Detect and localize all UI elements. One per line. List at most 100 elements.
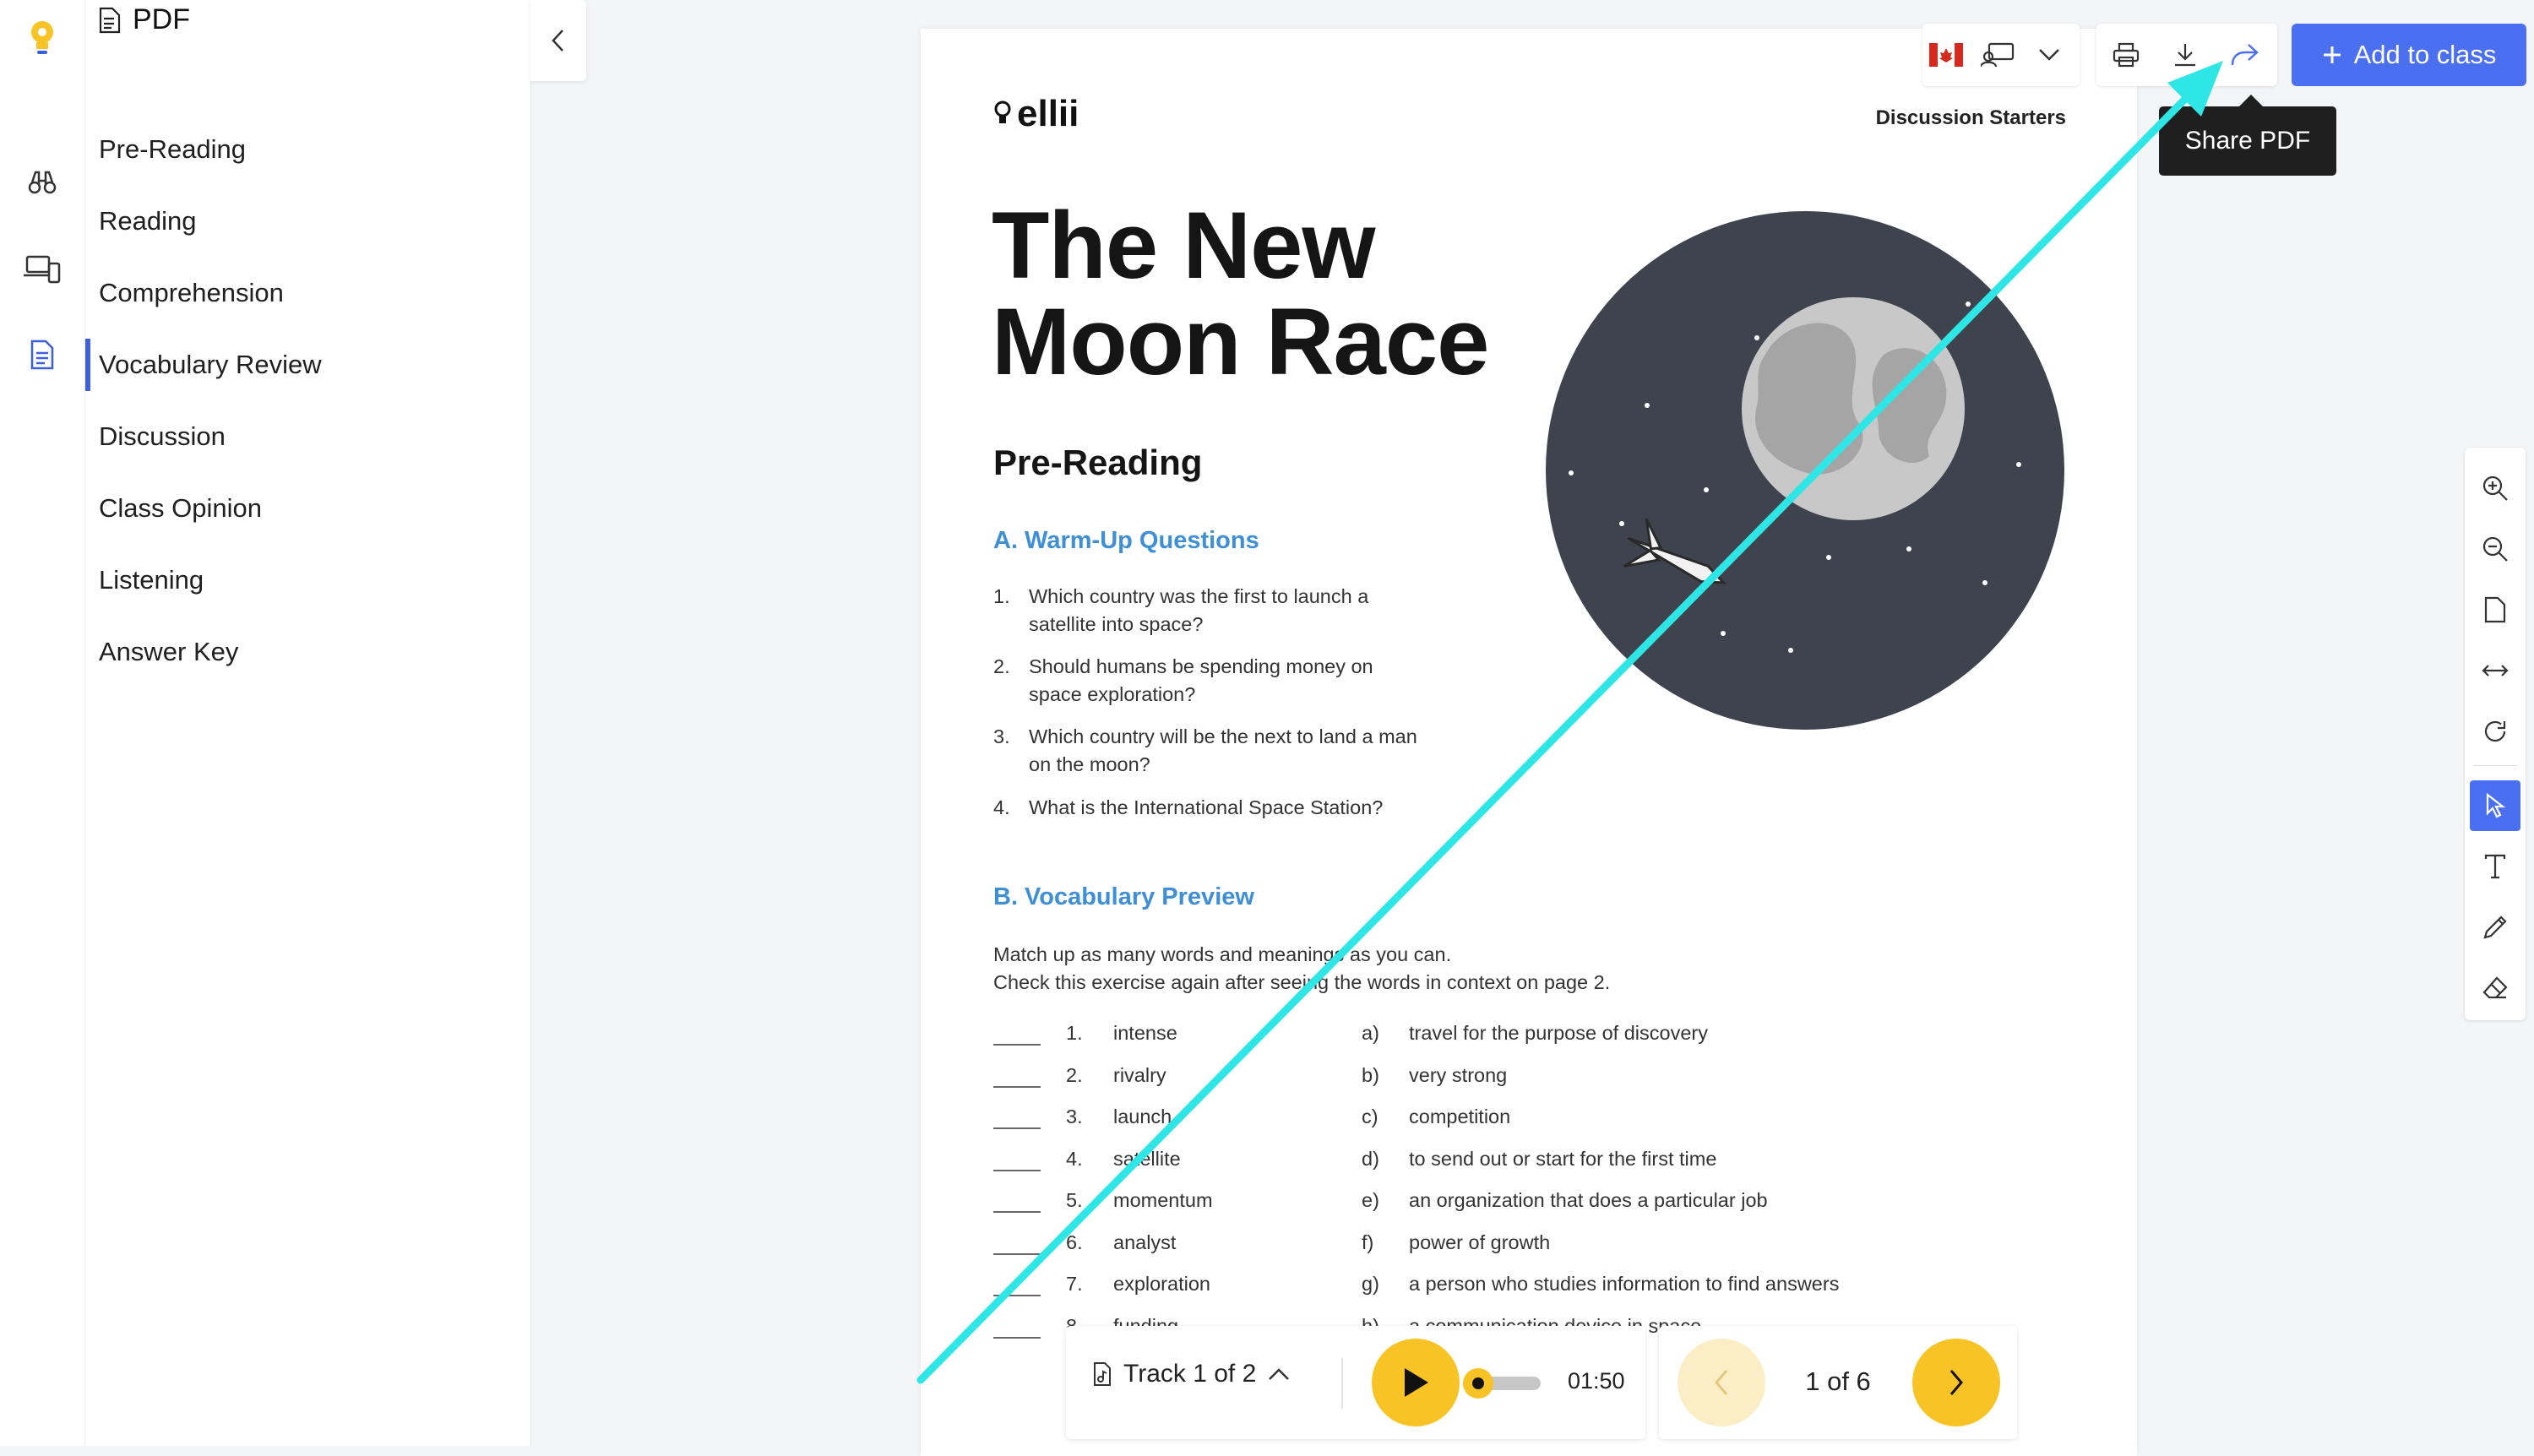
question-number: 4. (993, 796, 1010, 818)
toolbar-divider (2473, 765, 2517, 766)
share-pdf-tooltip: Share PDF (2159, 95, 2336, 176)
eraser-tool-icon[interactable] (2470, 963, 2520, 1013)
audio-scrubber-handle[interactable] (1463, 1368, 1494, 1399)
question-text: Should humans be spending money on space… (1029, 655, 1373, 705)
question-item: 1. Which country was the first to launch … (993, 583, 1417, 638)
canada-flag-icon[interactable] (1922, 24, 1970, 86)
sidebar-item-listening[interactable]: Listening (85, 554, 530, 606)
fit-width-icon[interactable] (2470, 645, 2520, 696)
vocab-number: 4. (1066, 1147, 1083, 1170)
sidebar-item-vocabulary-review[interactable]: Vocabulary Review (85, 339, 530, 391)
vocab-letter: a) (1362, 1022, 1379, 1044)
vocab-number: 1. (1066, 1022, 1083, 1044)
fit-page-icon[interactable] (2470, 584, 2520, 635)
question-text: What is the International Space Station? (1029, 796, 1384, 818)
question-item: 4. What is the International Space Statio… (993, 794, 1552, 822)
vocab-word: rivalry (1113, 1063, 1166, 1086)
binoculars-icon[interactable] (22, 162, 63, 203)
vocab-word: launch (1113, 1106, 1172, 1127)
add-to-class-button[interactable]: Add to class (2292, 24, 2526, 86)
audio-file-icon (1094, 1362, 1111, 1386)
vocab-meaning: an organization that does a particular j… (1409, 1189, 1768, 1211)
zoom-in-icon[interactable] (2470, 463, 2520, 513)
vocab-answer-blank[interactable] (993, 1148, 1041, 1171)
vocab-meaning: very strong (1409, 1063, 1508, 1086)
lightbulb-logo-icon[interactable] (22, 19, 63, 59)
vocab-meaning: to send out or start for the first time (1409, 1147, 1717, 1170)
vocab-meaning: power of growth (1409, 1231, 1551, 1253)
vocab-letter: b) (1362, 1063, 1379, 1086)
sidebar-item-reading[interactable]: Reading (85, 195, 530, 247)
lightbulb-icon (994, 101, 1011, 123)
question-number: 1. (993, 585, 1010, 607)
logo-text: ellii (1017, 93, 1079, 134)
chevron-right-icon (1949, 1370, 1963, 1395)
icon-rail (0, 0, 84, 1446)
vocab-meaning: competition (1409, 1106, 1511, 1127)
question-number: 3. (993, 725, 1010, 747)
vocab-word: momentum (1113, 1189, 1213, 1211)
select-tool-icon[interactable] (2470, 780, 2520, 831)
audio-progress-track[interactable] (1463, 1368, 1541, 1399)
vocab-meaning: a person who studies information to find… (1409, 1273, 1840, 1295)
vocab-number: 3. (1066, 1106, 1083, 1127)
print-icon[interactable] (2096, 24, 2156, 86)
document-icon[interactable] (22, 334, 63, 375)
track-selector[interactable]: Track 1 of 2 (1093, 1360, 1290, 1388)
collapse-sidebar-button[interactable] (530, 0, 586, 81)
annotation-toolbar (2465, 448, 2526, 1020)
zoom-out-icon[interactable] (2470, 524, 2520, 574)
vocab-letter: d) (1362, 1147, 1379, 1170)
question-text: Which country was the first to launch a … (1029, 585, 1369, 635)
vocab-heading: B. Vocabulary Preview (993, 883, 1254, 910)
question-item: 2. Should humans be spending money on spa… (993, 653, 1417, 709)
sidebar-item-comprehension[interactable]: Comprehension (85, 267, 530, 319)
vocab-answer-blank[interactable] (993, 1064, 1041, 1088)
devices-icon[interactable] (22, 248, 63, 289)
vocab-word: intense (1113, 1022, 1177, 1044)
sidebar-item-class-opinion[interactable]: Class Opinion (85, 482, 530, 535)
audio-time: 01:50 (1568, 1368, 1625, 1394)
download-icon[interactable] (2156, 24, 2215, 86)
vocab-answer-blank[interactable] (993, 1231, 1041, 1255)
next-page-button[interactable] (1912, 1339, 2000, 1426)
play-button[interactable] (1372, 1339, 1460, 1426)
chevron-up-icon (1269, 1368, 1290, 1380)
text-tool-icon[interactable] (2470, 841, 2520, 892)
vocab-letter: c) (1362, 1106, 1378, 1127)
teacher-view-icon[interactable] (1970, 24, 2026, 86)
vocab-number: 7. (1066, 1273, 1083, 1295)
add-to-class-label: Add to class (2353, 40, 2497, 69)
vocab-answer-blank[interactable] (993, 1022, 1041, 1046)
track-label: Track 1 of 2 (1123, 1360, 1257, 1388)
vocab-letter: f) (1362, 1231, 1374, 1253)
vocab-letter: g) (1362, 1273, 1379, 1295)
warmup-heading: A. Warm-Up Questions (993, 527, 1259, 554)
page-navigator: 1 of 6 (1659, 1326, 2017, 1439)
vocab-answer-blank[interactable] (993, 1106, 1041, 1129)
pen-tool-icon[interactable] (2470, 902, 2520, 953)
player-divider (1341, 1358, 1343, 1409)
vocab-number: 6. (1066, 1231, 1083, 1253)
pdf-page: ellii Discussion Starters The New Moon R… (921, 29, 2137, 1456)
sidebar-item-answer-key[interactable]: Answer Key (85, 626, 530, 678)
vocab-word: analyst (1113, 1231, 1177, 1253)
document-category: Discussion Starters (1875, 106, 2066, 129)
play-icon (1405, 1368, 1428, 1397)
vocab-number: 2. (1066, 1063, 1083, 1086)
vocab-word: satellite (1113, 1147, 1181, 1170)
rotate-icon[interactable] (2470, 706, 2520, 757)
vocab-answer-blank[interactable] (993, 1273, 1041, 1296)
document-title-line2: Moon Race (992, 289, 1489, 394)
language-view-group (1922, 24, 2080, 86)
section-heading: Pre-Reading (993, 443, 1203, 482)
chevron-left-icon (552, 30, 563, 52)
chevron-down-icon[interactable] (2026, 24, 2073, 86)
sidebar-item-discussion[interactable]: Discussion (85, 410, 530, 463)
instructions-line2: Check this exercise again after seeing t… (993, 971, 1611, 993)
vocab-answer-blank[interactable] (993, 1315, 1041, 1339)
vocab-meaning: travel for the purpose of discovery (1409, 1022, 1708, 1044)
share-icon[interactable] (2215, 24, 2274, 86)
sidebar-item-pre-reading[interactable]: Pre-Reading (85, 123, 530, 176)
vocab-answer-blank[interactable] (993, 1189, 1041, 1213)
